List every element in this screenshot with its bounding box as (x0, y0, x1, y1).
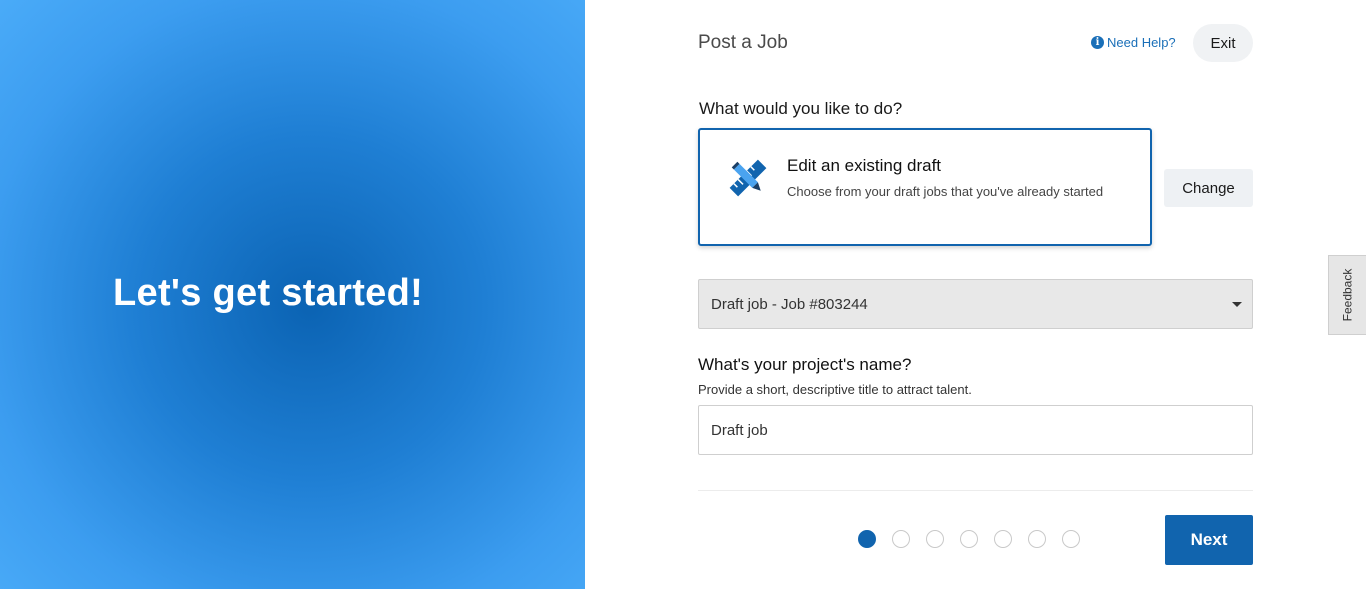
step-dot-6[interactable] (1028, 530, 1046, 548)
change-button[interactable]: Change (1164, 169, 1253, 207)
project-name-label: What's your project's name? (698, 355, 912, 374)
project-name-input[interactable] (698, 405, 1253, 455)
option-title: Edit an existing draft (787, 156, 942, 175)
edit-draft-option-card[interactable]: Edit an existing draft Choose from your … (698, 128, 1152, 246)
need-help-link[interactable]: i Need Help? (1091, 35, 1176, 50)
step-dot-5[interactable] (994, 530, 1012, 548)
step-dot-7[interactable] (1062, 530, 1080, 548)
chevron-down-icon (1232, 302, 1242, 307)
action-question: What would you like to do? (699, 99, 903, 118)
pencil-ruler-icon (729, 159, 767, 197)
project-name-hint: Provide a short, descriptive title to at… (698, 382, 972, 397)
feedback-label: Feedback (1340, 268, 1355, 322)
step-dot-4[interactable] (960, 530, 978, 548)
next-button[interactable]: Next (1165, 515, 1253, 565)
exit-button[interactable]: Exit (1193, 24, 1253, 62)
divider (698, 490, 1253, 491)
hero-title: Let's get started! (113, 272, 424, 314)
step-dot-3[interactable] (926, 530, 944, 548)
step-dot-1[interactable] (858, 530, 876, 548)
draft-select-value: Draft job - Job #803244 (711, 295, 868, 313)
main-panel: Post a Job i Need Help? Exit What would … (585, 0, 1366, 589)
info-icon: i (1091, 36, 1104, 49)
step-indicator (858, 530, 1080, 548)
option-description: Choose from your draft jobs that you've … (787, 184, 1104, 199)
hero-panel: Let's get started! (0, 0, 585, 589)
need-help-label: Need Help? (1107, 35, 1176, 50)
step-dot-2[interactable] (892, 530, 910, 548)
feedback-tab[interactable]: Feedback (1328, 255, 1366, 335)
page-title: Post a Job (698, 32, 788, 53)
draft-job-select[interactable]: Draft job - Job #803244 (698, 279, 1253, 329)
